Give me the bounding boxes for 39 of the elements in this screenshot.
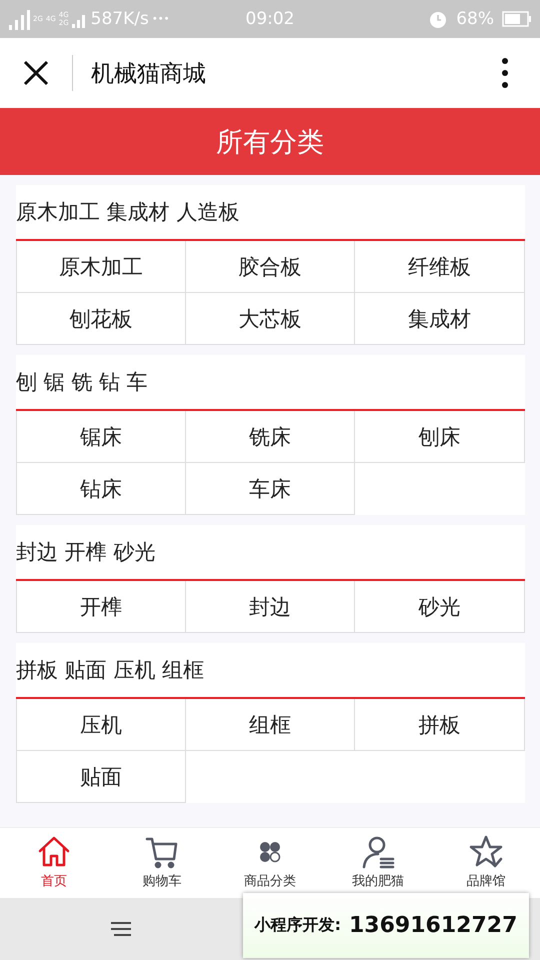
category-item[interactable]: 刨床: [355, 411, 525, 463]
menu-icon[interactable]: [110, 921, 132, 937]
phone-number: 13691612727: [349, 913, 518, 938]
tab[interactable]: 首页: [0, 828, 108, 898]
category-item[interactable]: 刨花板: [16, 293, 186, 345]
page-heading: 所有分类: [216, 126, 324, 160]
category-item[interactable]: 铣床: [186, 411, 356, 463]
battery-percent: 68%: [456, 9, 494, 29]
category-item[interactable]: 封边: [186, 581, 356, 633]
category-item[interactable]: 集成材: [355, 293, 525, 345]
alarm-icon: [428, 9, 448, 29]
category-item[interactable]: 压机: [16, 699, 186, 751]
banner-label: 小程序开发:: [254, 915, 341, 936]
network-speed: 587K/s: [90, 9, 149, 29]
tab[interactable]: 我的肥猫: [324, 828, 432, 898]
category-item[interactable]: 贴面: [16, 751, 186, 803]
category-item[interactable]: 开榫: [16, 581, 186, 633]
category-item[interactable]: 原木加工: [16, 241, 186, 293]
category-item[interactable]: 砂光: [355, 581, 525, 633]
battery-icon: [502, 11, 532, 27]
category-item[interactable]: 锯床: [16, 411, 186, 463]
category-item[interactable]: 拼板: [355, 699, 525, 751]
category-item[interactable]: 胶合板: [186, 241, 356, 293]
star-check-icon: [468, 834, 504, 870]
signal-icon: [8, 7, 30, 31]
tab[interactable]: 购物车: [108, 828, 216, 898]
category-item[interactable]: 大芯板: [186, 293, 356, 345]
tab[interactable]: 品牌馆: [432, 828, 540, 898]
more-icon: [501, 57, 509, 89]
category-item[interactable]: 车床: [186, 463, 356, 515]
category-item[interactable]: 纤维板: [355, 241, 525, 293]
app-title: 机械猫商城: [91, 60, 207, 88]
clock: 09:02: [246, 9, 294, 29]
category-item[interactable]: 组框: [186, 699, 356, 751]
tab[interactable]: 商品分类: [216, 828, 324, 898]
close-icon: [23, 60, 49, 86]
user-list-icon: [360, 834, 396, 870]
more-dots: •••: [152, 14, 170, 24]
category-item[interactable]: 钻床: [16, 463, 186, 515]
